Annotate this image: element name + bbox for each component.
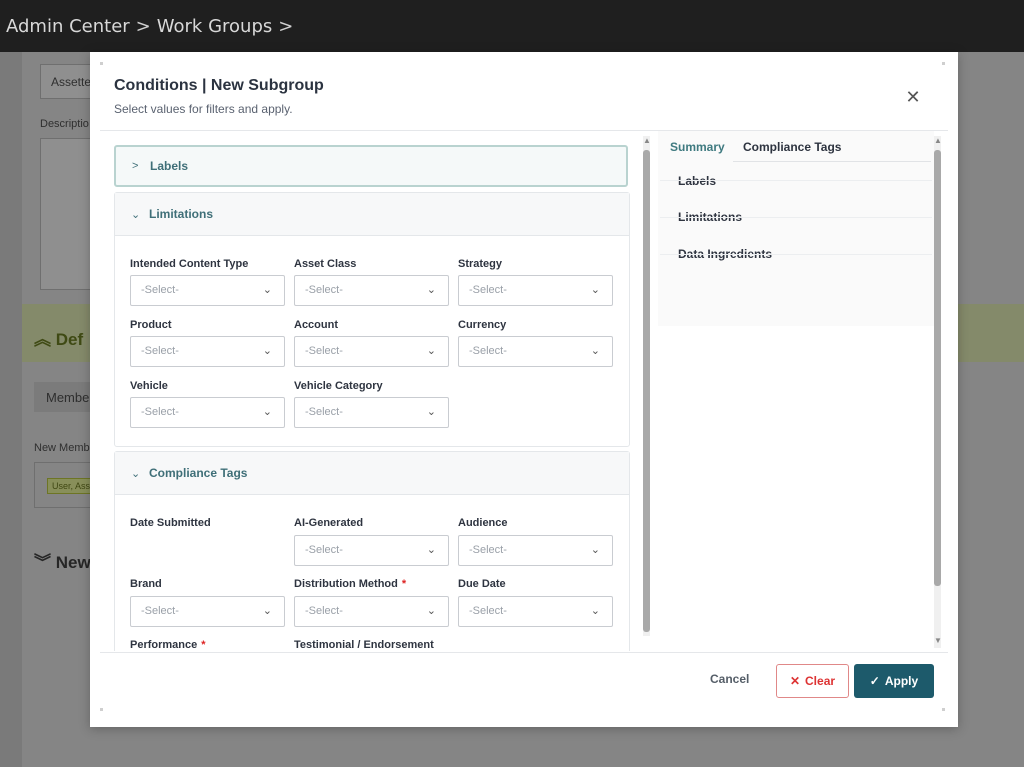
vehicle-select[interactable]: -Select- ⌄ [130,397,285,428]
corner-mark [100,62,103,65]
asset-class-label: Asset Class [294,258,357,270]
close-icon: ✕ [905,86,921,107]
breadcrumb-work-groups[interactable]: Work Groups [157,16,272,37]
compliance-accordion-header[interactable]: ⌄ Compliance Tags [115,452,629,495]
summary-divider [660,254,932,255]
conditions-modal: Conditions | New Subgroup Select values … [90,52,958,727]
chevron-right-icon: > [132,160,139,172]
limitations-accordion-header[interactable]: ⌄ Limitations [115,193,629,236]
compliance-section-title: Compliance Tags [149,466,248,480]
background-new-member-label: New Memb [34,442,90,454]
scroll-up-arrow-icon: ▲ [934,136,942,145]
modal-title: Conditions | New Subgroup [114,77,324,94]
chevron-down-icon: ⌄ [262,345,272,357]
vehicle-category-select[interactable]: -Select- ⌄ [294,397,449,428]
intended-content-type-label: Intended Content Type [130,258,249,270]
footer-divider [100,652,948,653]
double-chevron-up-icon: ︽ [34,330,51,349]
summary-scrollbar[interactable]: ▲ ▼ [934,136,942,648]
apply-button[interactable]: ✓ Apply [854,664,934,698]
breadcrumb-admin-center[interactable]: Admin Center [6,16,130,37]
chevron-down-icon: ⌄ [426,605,436,617]
due-date-select[interactable]: -Select- ⌄ [458,596,613,627]
scroll-up-arrow-icon: ▲ [643,136,651,145]
date-submitted-label: Date Submitted [130,517,211,529]
required-asterisk: * [401,578,407,590]
vehicle-label: Vehicle [130,380,168,392]
vehicle-category-label: Vehicle Category [294,380,383,392]
currency-label: Currency [458,319,507,331]
compliance-tags-section: ⌄ Compliance Tags Date Submitted AI-Gene… [114,451,630,651]
summary-divider [660,180,932,181]
app-topbar: Admin Center > Work Groups > [0,0,1024,52]
clear-button[interactable]: ✕ Clear [776,664,849,698]
chevron-down-icon: ⌄ [262,605,272,617]
account-select[interactable]: -Select- ⌄ [294,336,449,367]
cancel-button[interactable]: Cancel [710,672,749,686]
distribution-method-label: Distribution Method * [294,578,407,590]
labels-section-title: Labels [150,159,189,173]
labels-accordion-header[interactable]: > Labels [114,145,628,187]
performance-label: Performance * [130,639,206,651]
chevron-down-icon: ⌄ [426,284,436,296]
breadcrumb-separator: > [278,15,294,37]
ai-generated-label: AI-Generated [294,517,364,529]
double-chevron-down-icon: ︾ [34,553,51,572]
filters-scrollbar[interactable]: ▲ [643,136,651,636]
scrollbar-thumb[interactable] [643,150,650,632]
currency-select[interactable]: -Select- ⌄ [458,336,613,367]
chevron-down-icon: ⌄ [131,208,141,221]
limitations-section-title: Limitations [149,207,214,221]
required-asterisk: * [201,639,206,651]
summary-divider [660,217,932,218]
corner-mark [942,708,945,711]
chevron-down-icon: ⌄ [131,467,141,480]
intended-content-type-select[interactable]: -Select- ⌄ [130,275,285,306]
filters-panel: > Labels ⌄ Limitations Intended Content … [114,145,630,651]
background-new-section: ︾ New [34,553,91,572]
chevron-down-icon: ⌄ [426,406,436,418]
strategy-select[interactable]: -Select- ⌄ [458,275,613,306]
corner-mark [100,708,103,711]
tab-summary[interactable]: Summary [670,140,725,154]
chevron-down-icon: ⌄ [590,605,600,617]
scrollbar-thumb[interactable] [934,150,941,586]
check-circle-icon: ✓ [869,674,880,688]
distribution-method-select[interactable]: -Select- ⌄ [294,596,449,627]
testimonial-endorsement-label: Testimonial / Endorsement [294,639,434,651]
scroll-down-arrow-icon: ▼ [934,636,942,645]
due-date-label: Due Date [458,578,506,590]
audience-select[interactable]: -Select- ⌄ [458,535,613,566]
account-label: Account [294,319,338,331]
chevron-down-icon: ⌄ [590,345,600,357]
background-description-label: Descriptio [40,118,89,130]
asset-class-select[interactable]: -Select- ⌄ [294,275,449,306]
background-band-title: ︽ Def [34,330,84,349]
corner-mark [942,62,945,65]
close-icon: ✕ [789,674,801,688]
chevron-down-icon: ⌄ [262,284,272,296]
product-select[interactable]: -Select- ⌄ [130,336,285,367]
modal-subtitle: Select values for filters and apply. [114,102,293,116]
tab-divider [733,161,931,162]
brand-select[interactable]: -Select- ⌄ [130,596,285,627]
strategy-label: Strategy [458,258,503,270]
audience-label: Audience [458,517,508,529]
limitations-section: ⌄ Limitations Intended Content Type Asse… [114,192,630,447]
product-label: Product [130,319,172,331]
chevron-down-icon: ⌄ [590,284,600,296]
summary-item-labels[interactable]: Labels [678,174,716,188]
breadcrumb-separator: > [135,15,151,37]
close-button[interactable]: ✕ [902,86,924,108]
brand-label: Brand [130,578,162,590]
chevron-down-icon: ⌄ [426,345,436,357]
chevron-down-icon: ⌄ [262,406,272,418]
tab-compliance-tags[interactable]: Compliance Tags [743,140,841,154]
ai-generated-select[interactable]: -Select- ⌄ [294,535,449,566]
chevron-down-icon: ⌄ [590,544,600,556]
chevron-down-icon: ⌄ [426,544,436,556]
